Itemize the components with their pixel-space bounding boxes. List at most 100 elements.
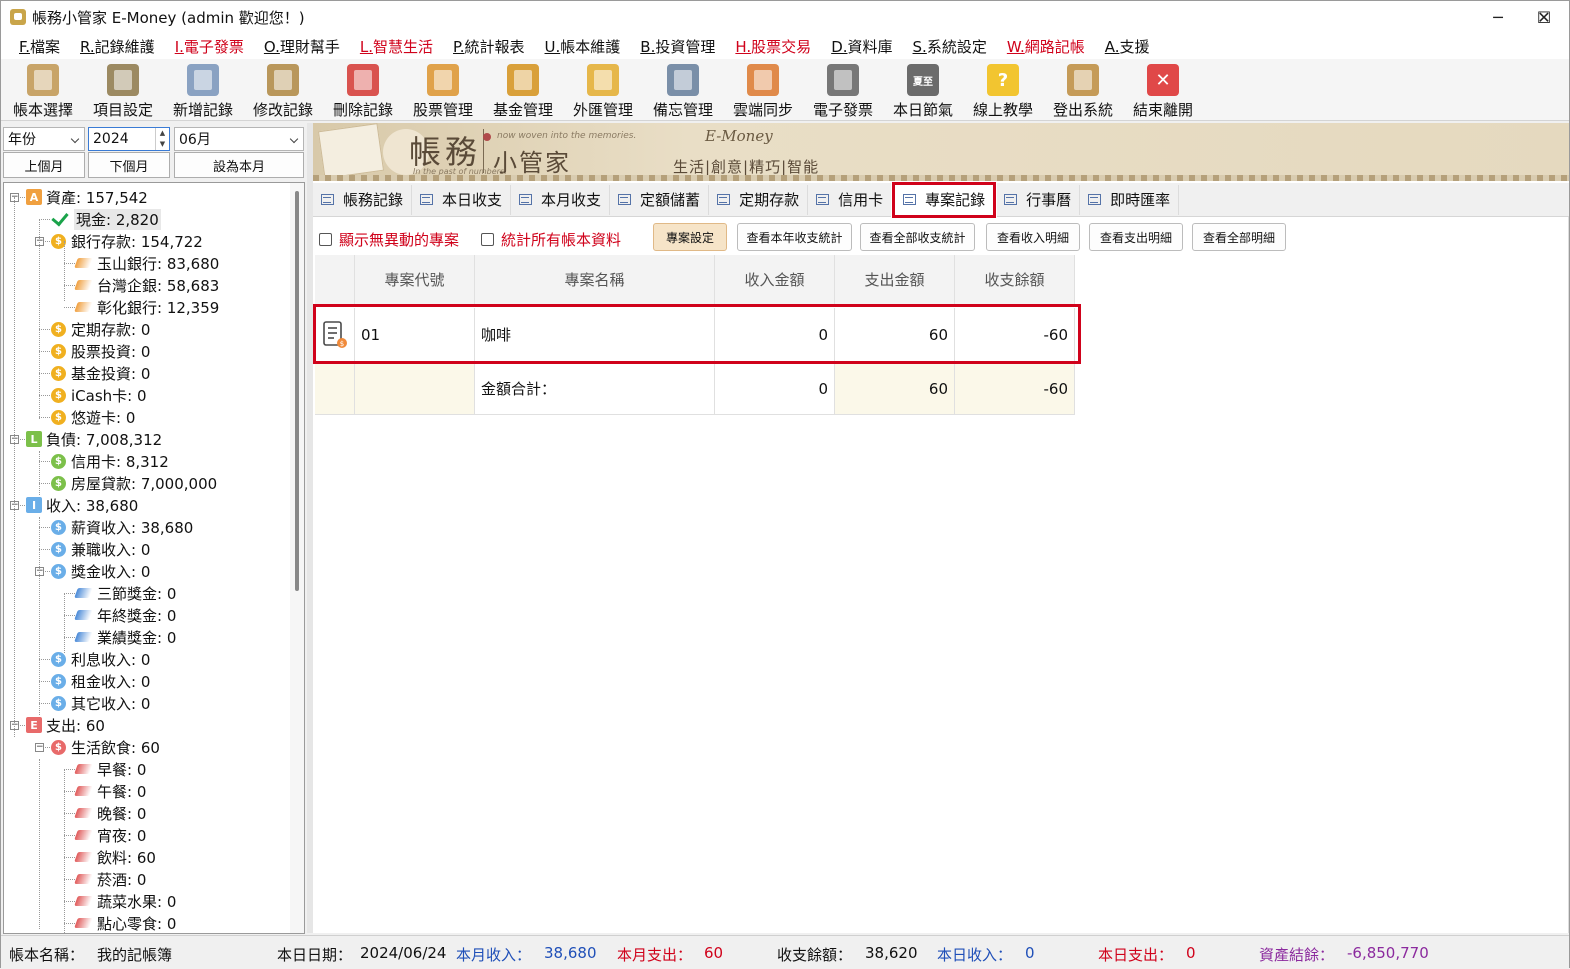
tree-node[interactable]: 蔬菜水果: 0: [74, 890, 176, 912]
menu-item-9[interactable]: D.資料庫: [821, 36, 902, 57]
menu-item-5[interactable]: P.統計報表: [443, 36, 535, 57]
toolbar-button-2[interactable]: 新增記錄: [163, 59, 243, 121]
tree-node[interactable]: E 支出: 60: [26, 714, 105, 736]
prev-month-button[interactable]: 上個月: [3, 152, 85, 178]
menu-item-11[interactable]: W.網路記帳: [997, 36, 1095, 57]
minimize-button[interactable]: ─: [1475, 1, 1521, 33]
set-current-month-button[interactable]: 設為本月: [174, 152, 304, 178]
col-header-code[interactable]: 專案代號: [355, 255, 475, 305]
close-button[interactable]: ✕: [1521, 1, 1567, 33]
tree-node[interactable]: 飲料: 60: [74, 846, 156, 868]
title-bar[interactable]: 帳務小管家 E-Money (admin 歡迎您！) ─ ☐ ✕: [1, 1, 1569, 33]
tab-0[interactable]: 帳務記錄: [313, 184, 413, 215]
tree-node[interactable]: 業績獎金: 0: [74, 626, 176, 648]
tree-node[interactable]: $ 股票投資: 0: [51, 340, 150, 362]
col-header-name[interactable]: 專案名稱: [475, 255, 715, 305]
tree-node[interactable]: $ 信用卡: 8,312: [51, 450, 169, 472]
tree-node[interactable]: $ 兼職收入: 0: [51, 538, 150, 560]
account-tree[interactable]: A 資產: 157,542− 現金: 2,820 $ 銀行存款: 154,722− 玉山銀…: [3, 182, 305, 934]
tree-node[interactable]: 台灣企銀: 58,683: [74, 274, 219, 296]
year-stats-button[interactable]: 查看本年收支統計: [737, 223, 852, 251]
col-header-balance[interactable]: 收支餘額: [955, 255, 1075, 305]
tab-6[interactable]: 專案記錄: [891, 180, 998, 219]
tree-node[interactable]: 玉山銀行: 83,680: [74, 252, 219, 274]
menu-item-6[interactable]: U.帳本維護: [535, 36, 631, 57]
tree-node[interactable]: 午餐: 0: [74, 780, 146, 802]
all-stats-button[interactable]: 查看全部收支統計: [860, 223, 975, 251]
tree-node[interactable]: 早餐: 0: [74, 758, 146, 780]
tab-8[interactable]: 即時匯率: [1080, 184, 1180, 215]
tab-1[interactable]: 本日收支: [412, 184, 512, 215]
toolbar-button-3[interactable]: 修改記錄: [243, 59, 323, 121]
toolbar-button-6[interactable]: 基金管理: [483, 59, 563, 121]
tree-node[interactable]: 晚餐: 0: [74, 802, 146, 824]
tree-node[interactable]: I 收入: 38,680: [26, 494, 138, 516]
tree-node[interactable]: L 負債: 7,008,312: [26, 428, 162, 450]
menu-item-8[interactable]: H.股票交易: [725, 36, 821, 57]
tree-scrollbar[interactable]: [290, 183, 304, 933]
year-mode-select[interactable]: 年份: [3, 127, 85, 151]
tree-node[interactable]: 年終獎金: 0: [74, 604, 176, 626]
col-header-income[interactable]: 收入金額: [715, 255, 835, 305]
tree-node[interactable]: $ 房屋貸款: 7,000,000: [51, 472, 217, 494]
toolbar-button-5[interactable]: 股票管理: [403, 59, 483, 121]
tree-node[interactable]: $ 薪資收入: 38,680: [51, 516, 193, 538]
project-settings-button[interactable]: 專案設定: [653, 223, 727, 251]
tree-node[interactable]: $ iCash卡: 0: [51, 384, 147, 406]
tab-2[interactable]: 本月收支: [511, 184, 611, 215]
menu-item-4[interactable]: L.智慧生活: [350, 36, 443, 57]
tree-node[interactable]: $ 其它收入: 0: [51, 692, 150, 714]
all-detail-button[interactable]: 查看全部明細: [1192, 223, 1286, 251]
tab-7[interactable]: 行事曆: [996, 184, 1081, 215]
tree-node[interactable]: 宵夜: 0: [74, 824, 146, 846]
tab-5[interactable]: 信用卡: [808, 184, 893, 215]
toolbar-button-0[interactable]: 帳本選擇: [3, 59, 83, 121]
tree-node[interactable]: 彰化銀行: 12,359: [74, 296, 219, 318]
toolbar-button-13[interactable]: 登出系統: [1043, 59, 1123, 121]
tree-node[interactable]: 點心零食: 0: [74, 912, 176, 933]
tree-node[interactable]: $ 生活飲食: 60: [51, 736, 160, 758]
tab-4[interactable]: 定期存款: [709, 184, 809, 215]
menu-item-1[interactable]: R.記錄維護: [70, 36, 165, 57]
toolbar-button-8[interactable]: 備忘管理: [643, 59, 723, 121]
tree-node[interactable]: $ 悠遊卡: 0: [51, 406, 135, 428]
checkbox-box[interactable]: [319, 233, 332, 246]
menu-item-3[interactable]: O.理財幫手: [254, 36, 350, 57]
toolbar-button-12[interactable]: ? 線上教學: [963, 59, 1043, 121]
tree-node[interactable]: A 資產: 157,542: [26, 186, 148, 208]
all-books-checkbox[interactable]: 統計所有帳本資料: [481, 229, 621, 250]
tree-node[interactable]: 三節獎金: 0: [74, 582, 176, 604]
tab-3[interactable]: 定額儲蓄: [610, 184, 710, 215]
toolbar-button-10[interactable]: 電子發票: [803, 59, 883, 121]
next-month-button[interactable]: 下個月: [88, 152, 170, 178]
tree-node[interactable]: $ 定期存款: 0: [51, 318, 150, 340]
menu-item-10[interactable]: S.系統設定: [903, 36, 997, 57]
show-inactive-checkbox[interactable]: 顯示無異動的專案: [319, 229, 459, 250]
checkbox-box[interactable]: [481, 233, 494, 246]
toolbar-button-1[interactable]: 項目設定: [83, 59, 163, 121]
tree-node[interactable]: $ 銀行存款: 154,722: [51, 230, 203, 252]
month-select[interactable]: 06月: [174, 127, 304, 151]
scroll-thumb[interactable]: [295, 191, 299, 591]
tree-node[interactable]: 菸酒: 0: [74, 868, 146, 890]
expense-detail-button[interactable]: 查看支出明細: [1089, 223, 1183, 251]
tree-node[interactable]: $ 利息收入: 0: [51, 648, 150, 670]
year-spin-input[interactable]: 2024 ▲ ▼: [88, 127, 170, 151]
menu-item-2[interactable]: I.電子發票: [165, 36, 254, 57]
tree-node[interactable]: $ 獎金收入: 0: [51, 560, 150, 582]
toolbar-button-9[interactable]: 雲端同步: [723, 59, 803, 121]
tree-node[interactable]: $ 租金收入: 0: [51, 670, 150, 692]
menu-item-0[interactable]: F.檔案: [9, 36, 70, 57]
spin-arrows-icon[interactable]: ▲ ▼: [155, 128, 169, 150]
toolbar-button-4[interactable]: 刪除記錄: [323, 59, 403, 121]
toolbar-button-7[interactable]: 外匯管理: [563, 59, 643, 121]
menu-item-12[interactable]: A.支援: [1095, 36, 1160, 57]
tree-node[interactable]: $ 基金投資: 0: [51, 362, 150, 384]
tree-node[interactable]: 現金: 2,820: [51, 208, 161, 230]
toolbar-button-11[interactable]: 夏至 本日節氣: [883, 59, 963, 121]
collapse-toggle-icon[interactable]: −: [35, 743, 44, 752]
toolbar-button-14[interactable]: ✕ 結束離開: [1123, 59, 1203, 121]
menu-item-7[interactable]: B.投資管理: [630, 36, 725, 57]
col-header-expense[interactable]: 支出金額: [835, 255, 955, 305]
income-detail-button[interactable]: 查看收入明細: [986, 223, 1080, 251]
